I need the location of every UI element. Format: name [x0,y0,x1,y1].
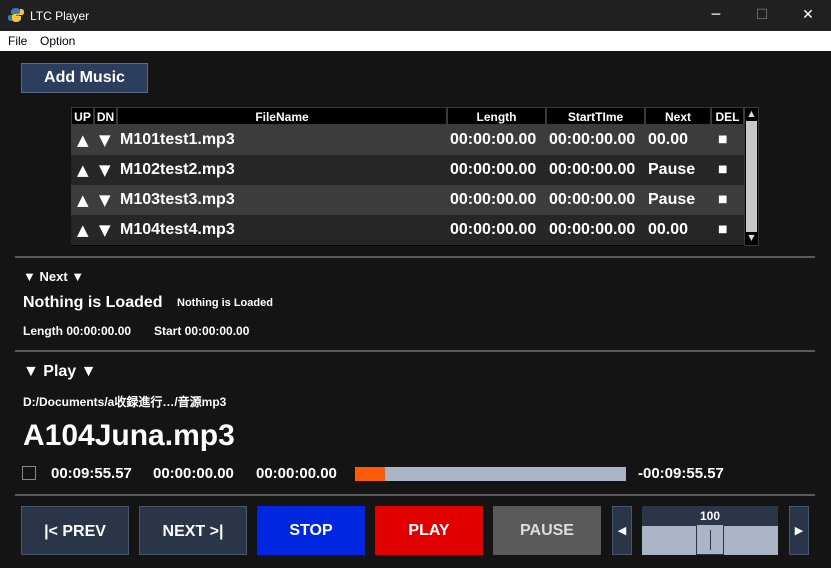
menu-option[interactable]: Option [40,34,75,48]
header-del: DEL [711,107,744,125]
table-row[interactable]: ▲ ▼ M103test3.mp3 00:00:00.00 00:00:00.0… [71,185,744,215]
divider [15,256,815,258]
move-down-button[interactable]: ▼ [99,185,111,215]
menu-bar: File Option [0,31,831,51]
row-next[interactable]: Pause [648,155,695,185]
move-up-button[interactable]: ▲ [77,155,89,185]
row-length: 00:00:00.00 [450,161,537,178]
row-start-time[interactable]: 00:00:00.00 [549,155,635,185]
close-button[interactable]: ✕ [785,0,831,31]
volume-up-icon[interactable]: ▶ [789,506,809,555]
row-next[interactable]: 00.00 [648,215,688,245]
row-length: 00:00:00.00 [450,131,537,148]
row-start-time[interactable]: 00:00:00.00 [549,125,635,155]
scroll-down-icon[interactable]: ▼ [745,232,758,244]
next-section-header: ▼ Next ▼ [23,269,85,284]
move-up-button[interactable]: ▲ [77,125,89,155]
play-button[interactable]: PLAY [375,506,483,555]
progress-fill [355,467,385,481]
maximize-button[interactable]: ☐ [739,0,785,31]
move-down-button[interactable]: ▼ [99,155,111,185]
window-title: LTC Player [30,9,90,23]
next-title: Nothing is Loaded [23,294,163,311]
minimize-button[interactable]: ─ [693,0,739,31]
playlist-scrollbar[interactable]: ▲ ▼ [744,107,759,246]
loop-checkbox[interactable] [22,466,36,480]
row-filename: M102test2.mp3 [120,161,235,178]
row-filename: M104test4.mp3 [120,221,235,238]
divider [15,494,815,496]
menu-file[interactable]: File [8,34,27,48]
table-row[interactable]: ▲ ▼ M102test2.mp3 00:00:00.00 00:00:00.0… [71,155,744,185]
row-filename: M101test1.mp3 [120,131,235,148]
pause-button[interactable]: PAUSE [493,506,601,555]
header-up: UP [71,107,94,125]
move-up-button[interactable]: ▲ [77,215,89,245]
scroll-thumb[interactable] [746,121,757,232]
table-header: UP DN FileName Length StartTIme Next DEL [71,107,744,125]
delete-button[interactable]: ■ [718,125,727,155]
current-file-name: A104Juna.mp3 [23,419,235,452]
play-section-header: ▼ Play ▼ [23,363,97,380]
delete-button[interactable]: ■ [718,215,727,245]
header-next[interactable]: Next [645,107,711,125]
title-bar: LTC Player ─ ☐ ✕ [0,0,831,31]
table-row[interactable]: ▲ ▼ M101test1.mp3 00:00:00.00 00:00:00.0… [71,125,744,155]
move-down-button[interactable]: ▼ [99,125,111,155]
divider [15,350,815,352]
row-filename: M103test3.mp3 [120,191,235,208]
volume-value: 100 [699,509,721,523]
next-button[interactable]: NEXT >| [139,506,247,555]
volume-down-icon[interactable]: ◀ [612,506,632,555]
add-music-button[interactable]: Add Music [21,63,148,93]
current-file-path: D:/Documents/a收録進行…/音源mp3 [23,395,227,409]
row-start-time[interactable]: 00:00:00.00 [549,185,635,215]
next-subtitle: Nothing is Loaded [177,297,273,309]
row-next[interactable]: 00.00 [648,125,688,155]
header-start-time[interactable]: StartTIme [546,107,645,125]
next-length: Length 00:00:00.00 [23,324,132,338]
row-next[interactable]: Pause [648,185,695,215]
next-start: Start 00:00:00.00 [154,324,250,338]
time-position-a: 00:00:00.00 [153,465,234,482]
row-length: 00:00:00.00 [450,191,537,208]
app-logo-icon [8,8,24,22]
playback-progress-bar[interactable] [355,467,626,481]
volume-handle[interactable] [696,524,724,555]
move-down-button[interactable]: ▼ [99,215,111,245]
volume-slider[interactable]: 100 [642,506,778,555]
header-filename[interactable]: FileName [117,107,447,125]
prev-button[interactable]: |< PREV [21,506,129,555]
row-start-time[interactable]: 00:00:00.00 [549,215,635,245]
scroll-up-icon[interactable]: ▲ [745,108,758,120]
header-dn: DN [94,107,117,125]
time-remaining: -00:09:55.57 [638,465,724,482]
move-up-button[interactable]: ▲ [77,185,89,215]
stop-button[interactable]: STOP [257,506,365,555]
time-total: 00:09:55.57 [51,465,132,482]
header-length[interactable]: Length [447,107,546,125]
row-length: 00:00:00.00 [450,221,537,238]
delete-button[interactable]: ■ [718,185,727,215]
delete-button[interactable]: ■ [718,155,727,185]
table-row[interactable]: ▲ ▼ M104test4.mp3 00:00:00.00 00:00:00.0… [71,215,744,245]
time-position-b: 00:00:00.00 [256,465,337,482]
playlist-table: UP DN FileName Length StartTIme Next DEL… [71,107,744,246]
